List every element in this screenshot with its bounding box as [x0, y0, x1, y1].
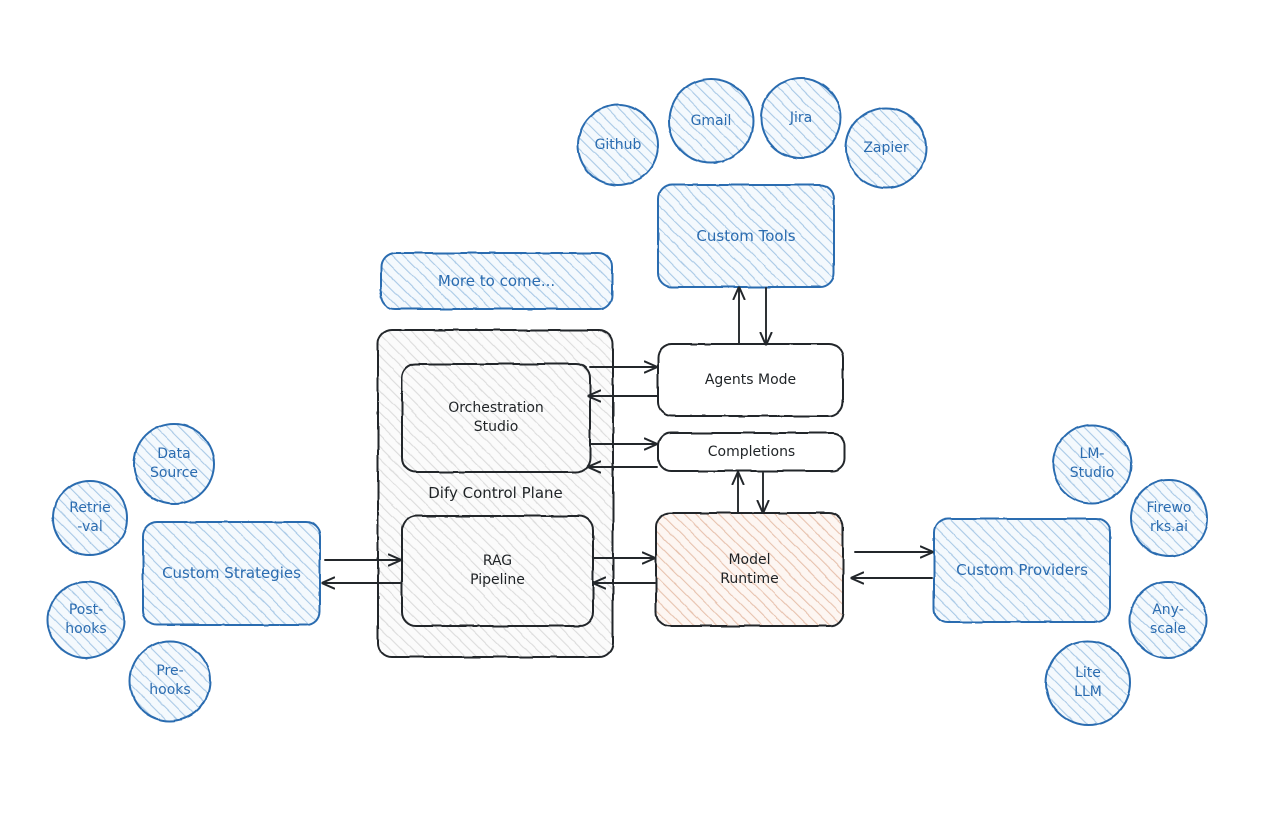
- node-shape-lm-studio[interactable]: [1052, 424, 1132, 504]
- node-shape-more-to-come[interactable]: [380, 252, 613, 310]
- node-shape-any-scale[interactable]: [1129, 581, 1207, 659]
- node-shape-data-source[interactable]: [133, 423, 215, 505]
- node-shape-rag-pipeline[interactable]: [401, 515, 594, 627]
- diagram-svg: [47, 77, 1208, 726]
- node-shape-model-runtime[interactable]: [655, 512, 844, 627]
- node-shape-custom-tools[interactable]: [657, 184, 835, 288]
- node-shape-completions[interactable]: [657, 432, 846, 472]
- diagram-canvas: Github Gmail Jira Zapier Custom Tools More to…: [0, 0, 1280, 827]
- node-shape-pre-hooks[interactable]: [129, 640, 211, 722]
- node-shape-retrieval[interactable]: [52, 480, 128, 556]
- node-shape-agents-mode[interactable]: [657, 343, 844, 417]
- node-shape-orchestration-studio[interactable]: [401, 363, 591, 473]
- node-shape-custom-strategies[interactable]: [142, 521, 321, 626]
- node-shape-post-hooks[interactable]: [47, 581, 125, 659]
- node-shape-gmail[interactable]: [668, 78, 754, 164]
- node-shape-github[interactable]: [577, 104, 659, 186]
- node-shape-fireworks-ai[interactable]: [1130, 479, 1208, 557]
- node-shape-jira[interactable]: [760, 77, 842, 159]
- node-shape-zapier[interactable]: [845, 107, 927, 189]
- node-shape-custom-providers[interactable]: [933, 518, 1111, 623]
- node-shapes: [47, 77, 1208, 726]
- node-shape-lite-llm[interactable]: [1045, 640, 1131, 726]
